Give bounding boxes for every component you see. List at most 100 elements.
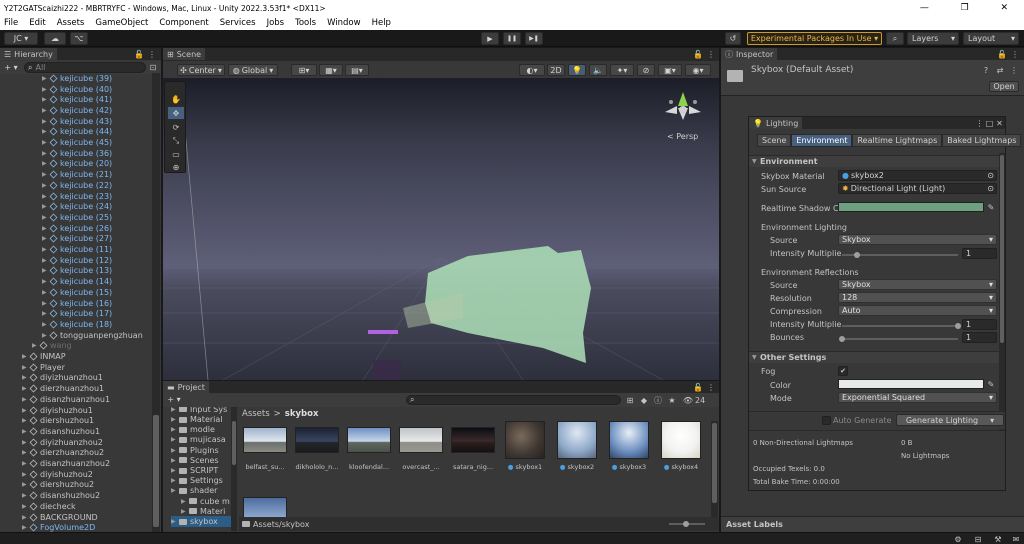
chevron-right-icon[interactable]: ▶: [171, 407, 179, 413]
folder-tree-item[interactable]: ▶ Plugins: [171, 445, 219, 456]
asset-thumbnail[interactable]: [399, 427, 443, 453]
hierarchy-item[interactable]: ▶ Player: [22, 362, 65, 373]
chevron-right-icon[interactable]: ▶: [171, 457, 179, 464]
bounces-slider[interactable]: [839, 336, 958, 342]
info-icon[interactable]: ⓘ: [653, 395, 663, 405]
fog-color-swatch[interactable]: [838, 379, 984, 389]
asset-name[interactable]: kloofendal...: [343, 463, 395, 471]
lighting-tab-scene[interactable]: Scene: [757, 134, 792, 147]
tab-project[interactable]: ▬ Project: [163, 381, 209, 393]
folder-tree-item[interactable]: ▶ Scenes: [171, 455, 219, 466]
fog-mode-dropdown[interactable]: Exponential Squared ▾: [838, 392, 997, 403]
effects-dropdown[interactable]: ✦▾: [610, 64, 634, 76]
asset-name[interactable]: dikhololo_n...: [291, 463, 343, 471]
hierarchy-item[interactable]: ▶ BACKGROUND: [22, 512, 98, 523]
asset-thumbnail[interactable]: [347, 427, 391, 453]
settings-icon[interactable]: ⇄: [995, 65, 1005, 75]
thumbnail-size-slider[interactable]: [669, 521, 705, 527]
tab-inspector[interactable]: ⓘ Inspector: [721, 48, 778, 60]
refl-intensity-knob[interactable]: [955, 323, 961, 329]
scale-tool-icon[interactable]: ⤡: [168, 135, 184, 147]
pivot-dropdown[interactable]: ✣ Center ▾: [177, 64, 225, 76]
menu-edit[interactable]: Edit: [29, 18, 45, 28]
lighting-toggle[interactable]: 💡: [568, 64, 586, 76]
hierarchy-scrollbar[interactable]: [152, 73, 160, 532]
close-button[interactable]: ✕: [1001, 3, 1009, 13]
menu-component[interactable]: Component: [159, 18, 208, 28]
notifications-icon[interactable]: ✉: [1010, 534, 1022, 544]
chevron-right-icon[interactable]: ▶: [171, 436, 179, 443]
history-button[interactable]: ↺: [725, 32, 741, 45]
hierarchy-item[interactable]: ▶ kejicube (44): [42, 127, 112, 138]
menu-services[interactable]: Services: [220, 18, 256, 28]
transform-tool-icon[interactable]: ⊕: [168, 161, 184, 173]
maximize-icon[interactable]: □: [985, 118, 994, 128]
play-button[interactable]: ▶: [481, 32, 499, 45]
hierarchy-item[interactable]: ▶ kejicube (41): [42, 94, 112, 105]
folder-tree-item[interactable]: ▶ Settings: [171, 475, 223, 486]
asset-name[interactable]: satara_nig...: [447, 463, 499, 471]
thumbnail-size-knob[interactable]: [683, 521, 689, 527]
folder-tree-item[interactable]: ▶ Material: [171, 414, 223, 425]
hierarchy-item[interactable]: ▶ kejicube (16): [42, 298, 112, 309]
space-dropdown[interactable]: ◍ Global ▾: [228, 64, 278, 76]
folder-tree-item[interactable]: ▶ SCRIPT: [171, 465, 218, 476]
persp-label[interactable]: < Persp: [667, 132, 698, 141]
filter-label-icon[interactable]: ◆: [639, 395, 649, 405]
chevron-right-icon[interactable]: ▶: [171, 416, 179, 423]
chevron-right-icon[interactable]: ▶: [32, 342, 40, 349]
refl-intensity-field[interactable]: 1: [962, 319, 997, 330]
breadcrumb-current[interactable]: skybox: [285, 409, 319, 419]
env-intensity-slider[interactable]: [842, 252, 958, 258]
chevron-right-icon[interactable]: ▶: [171, 477, 179, 484]
env-intensity-field[interactable]: 1: [962, 248, 997, 259]
hierarchy-item[interactable]: ▶ kejicube (36): [42, 148, 112, 159]
hierarchy-item[interactable]: ▶ kejicube (14): [42, 276, 112, 287]
close-icon[interactable]: ✕: [995, 118, 1004, 128]
hierarchy-item[interactable]: ▶ dierzhuanzhou1: [22, 383, 104, 394]
asset-scrollbar[interactable]: [711, 421, 718, 517]
collab-button[interactable]: ⌥: [70, 32, 88, 45]
hierarchy-item[interactable]: ▶ kejicube (15): [42, 287, 112, 298]
more-icon[interactable]: ⋮: [706, 49, 716, 59]
lighting-scroll-thumb[interactable]: [1000, 155, 1004, 343]
folder-tree-item[interactable]: ▶ modle: [171, 424, 215, 435]
lighting-tab-environment[interactable]: Environment: [791, 134, 853, 147]
hierarchy-item[interactable]: ▶ kejicube (43): [42, 116, 112, 127]
fog-checkbox[interactable]: ✔: [838, 366, 848, 376]
chevron-right-icon[interactable]: ▶: [171, 518, 179, 525]
menu-file[interactable]: File: [4, 18, 18, 28]
step-button[interactable]: ▶❚: [525, 32, 543, 45]
orientation-gizmo[interactable]: < Persp: [657, 84, 713, 148]
filter-type-icon[interactable]: ⊞: [625, 395, 635, 405]
chevron-right-icon[interactable]: ▶: [22, 481, 30, 488]
menu-window[interactable]: Window: [327, 18, 361, 28]
lock-icon[interactable]: 🔓: [997, 49, 1007, 59]
other-settings-header[interactable]: ▼ Other Settings: [749, 351, 999, 363]
grid-snap-button[interactable]: ▦▾: [319, 64, 343, 76]
asset-thumbnail[interactable]: [505, 421, 545, 459]
pause-button[interactable]: ❚❚: [503, 32, 521, 45]
hierarchy-item[interactable]: ▶ tongguanpengzhuan: [42, 330, 143, 341]
hierarchy-item[interactable]: ▶ kejicube (39): [42, 73, 112, 84]
hierarchy-item[interactable]: ▶ FogVolume2D: [22, 522, 95, 532]
asset-name[interactable]: ● skybox1: [499, 463, 551, 471]
more-icon[interactable]: ⋮: [706, 382, 716, 392]
hierarchy-item[interactable]: ▶ disanshuzhou2: [22, 490, 100, 501]
hand-tool-icon[interactable]: ✋: [168, 93, 184, 105]
more-icon[interactable]: ⋮: [1009, 65, 1019, 75]
skybox-material-field[interactable]: ● skybox2 ⊙: [838, 170, 997, 181]
asset-thumbnail[interactable]: [557, 421, 597, 459]
hidden-objects-toggle[interactable]: ⊘: [637, 64, 655, 76]
hierarchy-item[interactable]: ▶ kejicube (22): [42, 180, 112, 191]
refl-compression-dropdown[interactable]: Auto ▾: [838, 305, 997, 316]
hierarchy-item[interactable]: ▶ kejicube (25): [42, 212, 112, 223]
bounces-knob[interactable]: [839, 336, 845, 342]
minimize-button[interactable]: —: [920, 3, 929, 13]
hierarchy-item[interactable]: ▶ kejicube (12): [42, 255, 112, 266]
hierarchy-item[interactable]: ▶ kejicube (27): [42, 234, 112, 245]
object-picker-icon[interactable]: ⊙: [987, 184, 994, 193]
favorite-icon[interactable]: ★: [667, 395, 677, 405]
menu-help[interactable]: Help: [372, 18, 391, 28]
hierarchy-item[interactable]: ▶ kejicube (40): [42, 84, 112, 95]
